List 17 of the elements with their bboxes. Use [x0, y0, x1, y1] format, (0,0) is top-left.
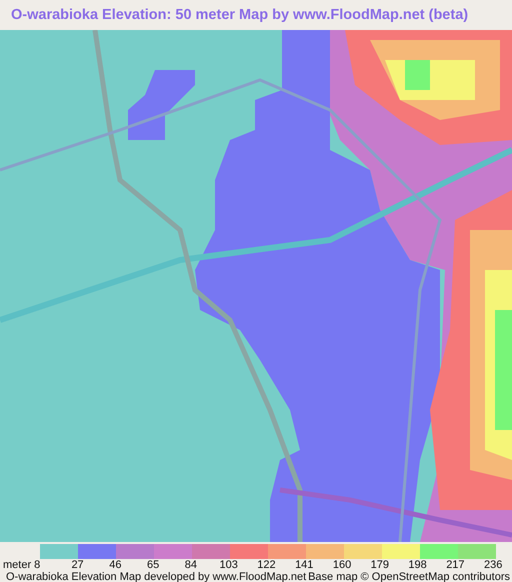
- footer-attribution: Base map © OpenStreetMap contributors: [308, 572, 510, 582]
- legend-tick: 141: [295, 559, 314, 571]
- legend-tick: 217: [446, 559, 465, 571]
- legend-tick: 103: [220, 559, 238, 571]
- legend-tick: 27: [71, 559, 84, 571]
- legend-tick: 84: [184, 559, 198, 571]
- page-title: O-warabioka Elevation: 50 meter Map by www.FloodMap.net (beta): [10, 6, 470, 25]
- legend-tick: 46: [109, 559, 122, 571]
- legend-tick: 179: [370, 559, 389, 571]
- legend-tick: 65: [147, 559, 160, 571]
- legend-tick: 198: [408, 559, 427, 571]
- footer-credit: O-warabioka Elevation Map developed by www.FloodMap.net: [6, 572, 306, 582]
- legend-tick: 122: [257, 559, 276, 571]
- legend-tick: 8: [34, 559, 40, 572]
- legend-tick: 160: [332, 559, 352, 571]
- legend-tick: 236: [484, 559, 502, 571]
- legend-unit: meter: [3, 559, 32, 572]
